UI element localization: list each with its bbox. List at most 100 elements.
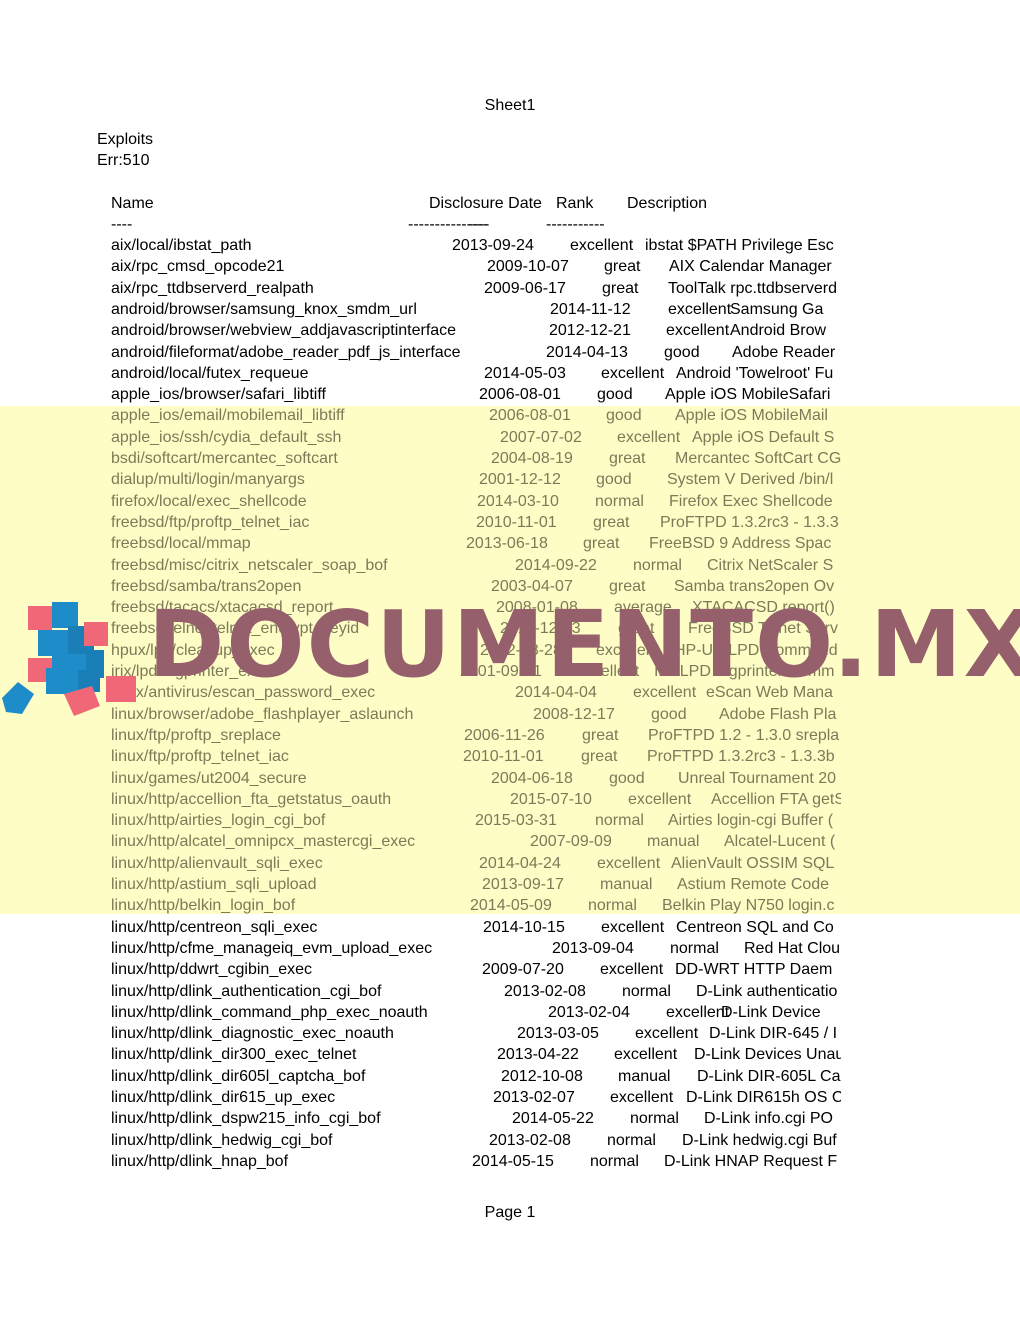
page-footer: Page 1	[484, 1204, 536, 1221]
cell-rank: great	[602, 279, 639, 297]
table-row: aix/local/ibstat_path 2013-09-24 excellent…	[0, 237, 841, 258]
cell-description: Android 'Towelroot' Fu	[676, 364, 834, 382]
cell-date: 2004-06-18	[491, 769, 573, 787]
cell-name: aix/local/ibstat_path	[111, 237, 252, 254]
cell-date: 2013-04-22	[497, 1046, 579, 1064]
cell-date: 2014-04-13	[546, 343, 628, 361]
cell-rank: great	[583, 535, 620, 553]
cell-name: linux/http/belkin_login_bof	[111, 897, 296, 915]
table-row: linux/ftp/proftp_telnet_iac 2010-11-01 gre…	[0, 748, 841, 769]
cell-description: Belkin Play N750 login.c	[662, 897, 835, 915]
table-row: linux/http/belkin_login_bof 2014-05-09 nor…	[0, 897, 841, 918]
cell-date: 2013-02-08	[504, 982, 586, 1000]
table-row: linux/http/ddwrt_cgibin_exec 2009-07-20 ex…	[0, 961, 841, 982]
cell-rank: excellent	[601, 918, 665, 936]
cell-description: ProFTPD 1.2 - 1.3.0 srepla	[648, 726, 840, 744]
table-row: linux/http/dlink_hedwig_cgi_bof 2013-02-0…	[0, 1132, 841, 1153]
cell-date: 2009-10-07	[487, 258, 569, 276]
cell-description: AlienVault OSSIM SQL	[671, 854, 835, 872]
cell-rank: normal	[588, 897, 637, 915]
cell-description: ProFTPD 1.3.2rc3 - 1.3.3	[660, 513, 839, 531]
cell-name: aix/rpc_cmsd_opcode21	[111, 258, 285, 276]
cell-date: 2014-05-03	[484, 364, 566, 382]
cell-date: 2014-04-24	[479, 854, 561, 872]
cell-name: linux/http/alcatel_omnipcx_mastercgi_exe…	[111, 833, 416, 851]
table-row: linux/http/accellion_fta_getstatus_oauth…	[0, 791, 841, 812]
cell-description: D-Link hedwig.cgi Buf	[682, 1131, 837, 1149]
cell-description: Apple iOS Default S	[692, 428, 835, 446]
cell-description: Apple iOS MobileMail	[675, 407, 828, 425]
cell-name: linux/http/airties_login_cgi_bof	[111, 812, 326, 830]
cell-name: firefox/local/exec_shellcode	[111, 492, 307, 510]
cell-description: Samsung Ga	[730, 300, 824, 318]
cell-rank: normal	[670, 939, 719, 957]
cell-description: Unreal Tournament 20	[678, 769, 837, 787]
cell-name: linux/http/cfme_manageiq_evm_upload_exec	[111, 939, 433, 957]
cell-date: 2014-05-09	[470, 897, 552, 915]
table-row: firefox/local/exec_shellcode 2014-03-10 no…	[0, 493, 841, 514]
cell-name: linux/ftp/proftp_telnet_iac	[111, 748, 289, 766]
cell-description: D-Link Devices Unau	[694, 1046, 841, 1064]
cell-date: 2015-03-31	[475, 812, 557, 830]
cell-rank: manual	[618, 1067, 671, 1085]
table-row: android/local/futex_requeue 2014-05-03 exc…	[0, 365, 841, 386]
table-row: aix/rpc_ttdbserverd_realpath 2009-06-17 gr…	[0, 280, 841, 301]
cell-date: 2006-08-01	[479, 386, 561, 404]
cell-description: Firefox Exec Shellcode	[669, 492, 833, 510]
cell-description: D-Link DIR-605L Ca	[697, 1067, 841, 1085]
table-row: linux/http/dlink_dir615_up_exec 2013-02-0…	[0, 1089, 841, 1110]
header-rank: Rank	[556, 195, 594, 212]
table-row: linux/http/dlink_command_php_exec_noauth…	[0, 1004, 841, 1025]
cell-name: apple_ios/ssh/cydia_default_ssh	[111, 428, 342, 446]
cell-rank: manual	[600, 876, 653, 893]
table-row: linux/http/dlink_dir605l_captcha_bof 2012…	[0, 1068, 841, 1089]
cell-description: DD-WRT HTTP Daem	[675, 961, 833, 979]
cell-rank: great	[593, 513, 630, 531]
cell-name: linux/http/alienvault_sqli_exec	[111, 854, 323, 872]
cell-description: FreeBSD 9 Address Spac	[649, 535, 832, 553]
cell-rank: good	[597, 386, 633, 404]
cell-date: 2014-10-15	[483, 918, 565, 936]
cell-rank: excellent	[617, 428, 681, 446]
cell-name: android/browser/samsung_knox_smdm_url	[111, 300, 417, 318]
cell-description: D-Link DIR615h OS C	[686, 1089, 841, 1106]
table-row: linux/http/alienvault_sqli_exec 2014-04-2…	[0, 855, 841, 876]
cell-date: 2006-11-26	[464, 726, 545, 744]
table-row: freebsd/ftp/proftp_telnet_iac 2010-11-01 g…	[0, 514, 841, 535]
cell-date: 2004-08-19	[491, 450, 573, 467]
cell-description: Centreon SQL and Co	[676, 918, 834, 936]
cell-rank: excellent	[668, 300, 732, 318]
cell-date: 2010-11-01	[463, 748, 544, 766]
table-row: bsdi/softcart/mercantec_softcart 2004-08-…	[0, 450, 841, 471]
cell-rank: good	[664, 343, 700, 361]
table-row: linux/http/centreon_sqli_exec 2014-10-15 e…	[0, 919, 841, 940]
cell-date: 2009-06-17	[484, 279, 566, 297]
cell-name: linux/games/ut2004_secure	[111, 769, 307, 787]
cell-description: ibstat $PATH Privilege Esc	[645, 237, 834, 254]
cell-name: bsdi/softcart/mercantec_softcart	[111, 450, 338, 467]
cell-rank: great	[609, 450, 646, 467]
table-row: apple_ios/email/mobilemail_libtiff 2006-0…	[0, 407, 841, 428]
cell-name: linux/http/dlink_dspw215_info_cgi_bof	[111, 1110, 381, 1128]
cell-date: 2001-12-12	[479, 471, 561, 489]
cell-rank: excellent	[614, 1046, 678, 1064]
cell-name: apple_ios/browser/safari_libtiff	[111, 386, 326, 404]
table-row: android/browser/samsung_knox_smdm_url 201…	[0, 301, 841, 322]
cell-date: 2013-02-07	[493, 1089, 575, 1106]
cell-rank: great	[582, 726, 619, 744]
cell-date: 2014-09-22	[515, 556, 597, 574]
cell-description: ToolTalk rpc.ttdbserverd	[668, 279, 837, 297]
cell-rank: excellent	[601, 364, 665, 382]
cell-name: aix/rpc_ttdbserverd_realpath	[111, 279, 314, 297]
header-name: Name	[111, 195, 154, 212]
cell-name: linux/http/dlink_diagnostic_exec_noauth	[111, 1025, 394, 1043]
dash-rank: ----	[468, 216, 490, 233]
cell-description: Apple iOS MobileSafari	[665, 386, 831, 404]
cell-date: 2013-02-04	[548, 1003, 630, 1021]
cell-date: 2014-05-15	[472, 1152, 554, 1170]
table-row: linux/browser/adobe_flashplayer_aslaunch…	[0, 706, 841, 727]
cell-description: D-Link HNAP Request F	[664, 1152, 838, 1170]
dash-name: ----	[111, 216, 133, 233]
cell-description: AIX Calendar Manager	[669, 258, 832, 276]
table-row: freebsd/misc/citrix_netscaler_soap_bof 20…	[0, 557, 841, 578]
